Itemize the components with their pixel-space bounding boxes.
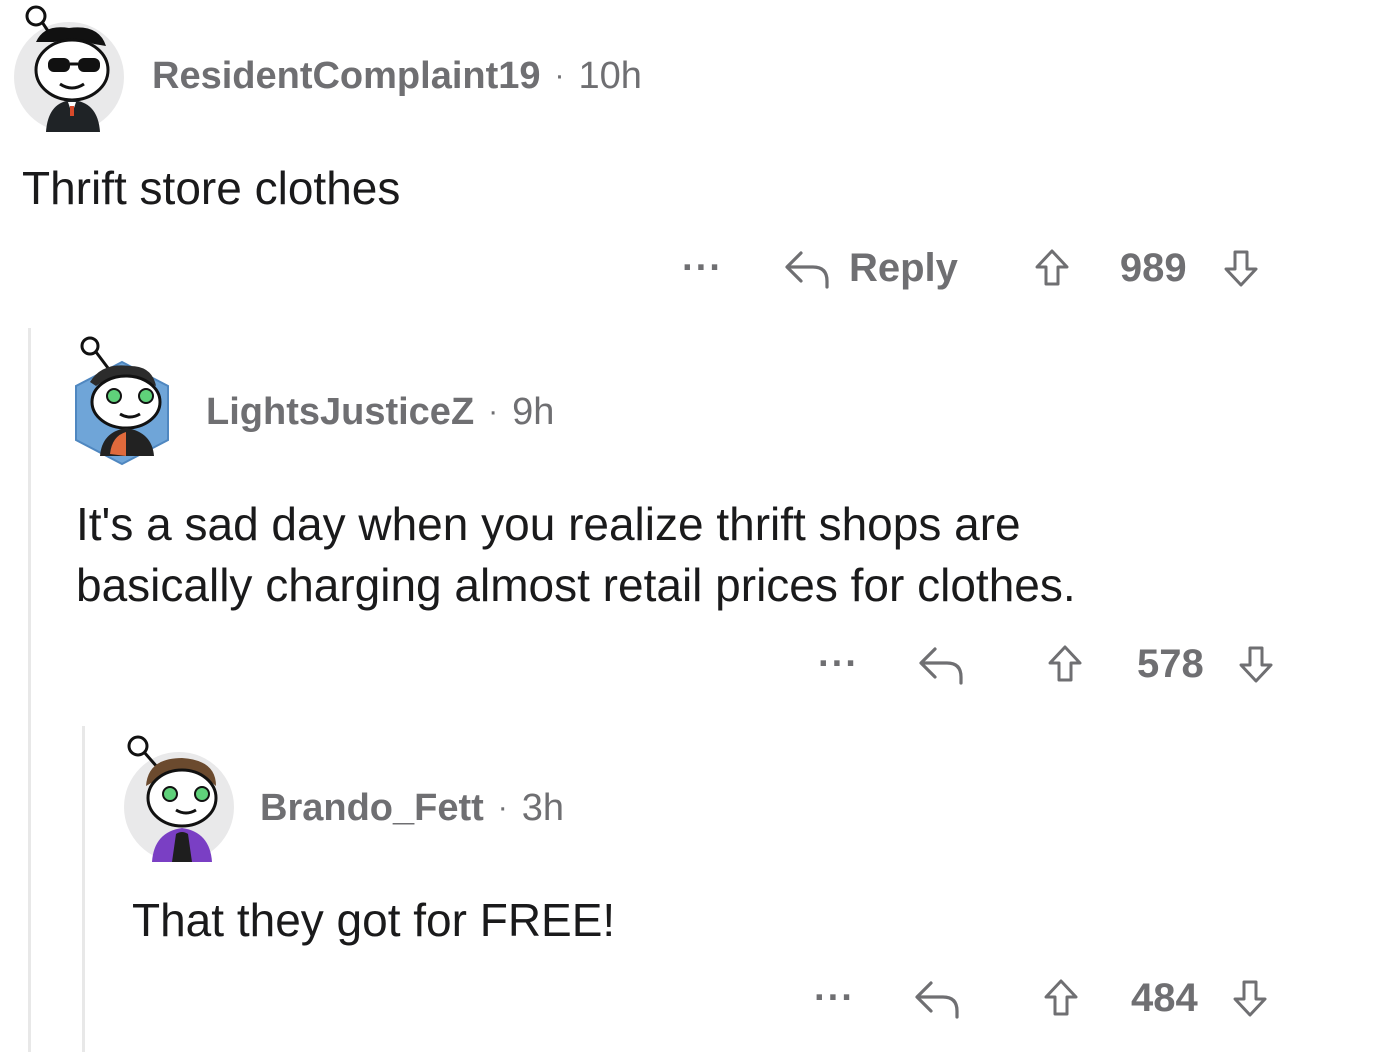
comment-body: Thrift store clothes [22, 162, 401, 214]
snoo-sunglasses-avatar-icon [25, 5, 110, 132]
more-options-button[interactable]: ··· [818, 643, 859, 686]
reply-label: Reply [848, 245, 958, 290]
reply-icon [785, 251, 829, 289]
downvote-button[interactable] [1238, 644, 1274, 684]
more-options-button[interactable]: ··· [682, 247, 723, 290]
vote-score: 578 [1136, 641, 1204, 686]
comment-body-line: It's a sad day when you realize thrift s… [76, 498, 1021, 550]
comment-thread: ResidentComplaint19 · 10h Thrift store c… [0, 0, 1382, 1052]
snoo-brown-hair-avatar-icon [127, 735, 218, 862]
avatar[interactable] [72, 336, 172, 466]
downvote-arrow-icon [1224, 250, 1258, 287]
snoo-hexagon-avatar-icon [75, 336, 169, 466]
downvote-arrow-icon [1233, 980, 1267, 1017]
upvote-arrow-icon [1035, 249, 1069, 286]
comment-actions: ··· 484 [814, 970, 1268, 1026]
upvote-button[interactable] [1043, 978, 1079, 1018]
avatar[interactable] [124, 735, 234, 862]
downvote-button[interactable] [1223, 248, 1259, 288]
reply-button[interactable] [913, 977, 963, 1019]
meta-separator: · [554, 59, 565, 92]
username-link[interactable]: LightsJusticeZ [206, 391, 474, 434]
comment-actions: ··· 578 [818, 636, 1274, 692]
more-options-button[interactable]: ··· [814, 977, 855, 1020]
upvote-arrow-icon [1044, 979, 1078, 1016]
reply-icon [919, 647, 963, 685]
comment-body-line: basically charging almost retail prices … [76, 559, 1076, 611]
reply-button[interactable] [917, 643, 967, 685]
comment-meta: Brando_Fett · 3h [260, 784, 564, 832]
comment-body: It's a sad day when you realize thrift s… [76, 494, 1076, 616]
comment-meta: ResidentComplaint19 · 10h [152, 52, 642, 100]
reply-icon [915, 981, 959, 1019]
username-link[interactable]: Brando_Fett [260, 787, 484, 830]
avatar[interactable] [14, 5, 124, 132]
downvote-button[interactable] [1232, 978, 1268, 1018]
comment-meta: LightsJusticeZ · 9h [206, 388, 554, 436]
comment-body: That they got for FREE! [132, 894, 616, 946]
thread-line-level-2[interactable] [82, 726, 85, 1052]
vote-score: 484 [1130, 975, 1198, 1020]
meta-separator: · [497, 791, 508, 824]
upvote-button[interactable] [1034, 248, 1070, 288]
timestamp[interactable]: 9h [512, 391, 554, 434]
vote-score: 989 [1119, 245, 1187, 290]
thread-line-level-1[interactable] [28, 328, 31, 1052]
downvote-arrow-icon [1239, 646, 1273, 683]
meta-separator: · [488, 395, 499, 428]
reply-button[interactable]: Reply [783, 246, 958, 291]
timestamp[interactable]: 10h [579, 55, 642, 98]
timestamp[interactable]: 3h [522, 787, 564, 830]
upvote-arrow-icon [1048, 645, 1082, 682]
comment-actions: ··· Reply 989 [682, 240, 1259, 296]
username-link[interactable]: ResidentComplaint19 [152, 55, 541, 98]
upvote-button[interactable] [1047, 644, 1083, 684]
